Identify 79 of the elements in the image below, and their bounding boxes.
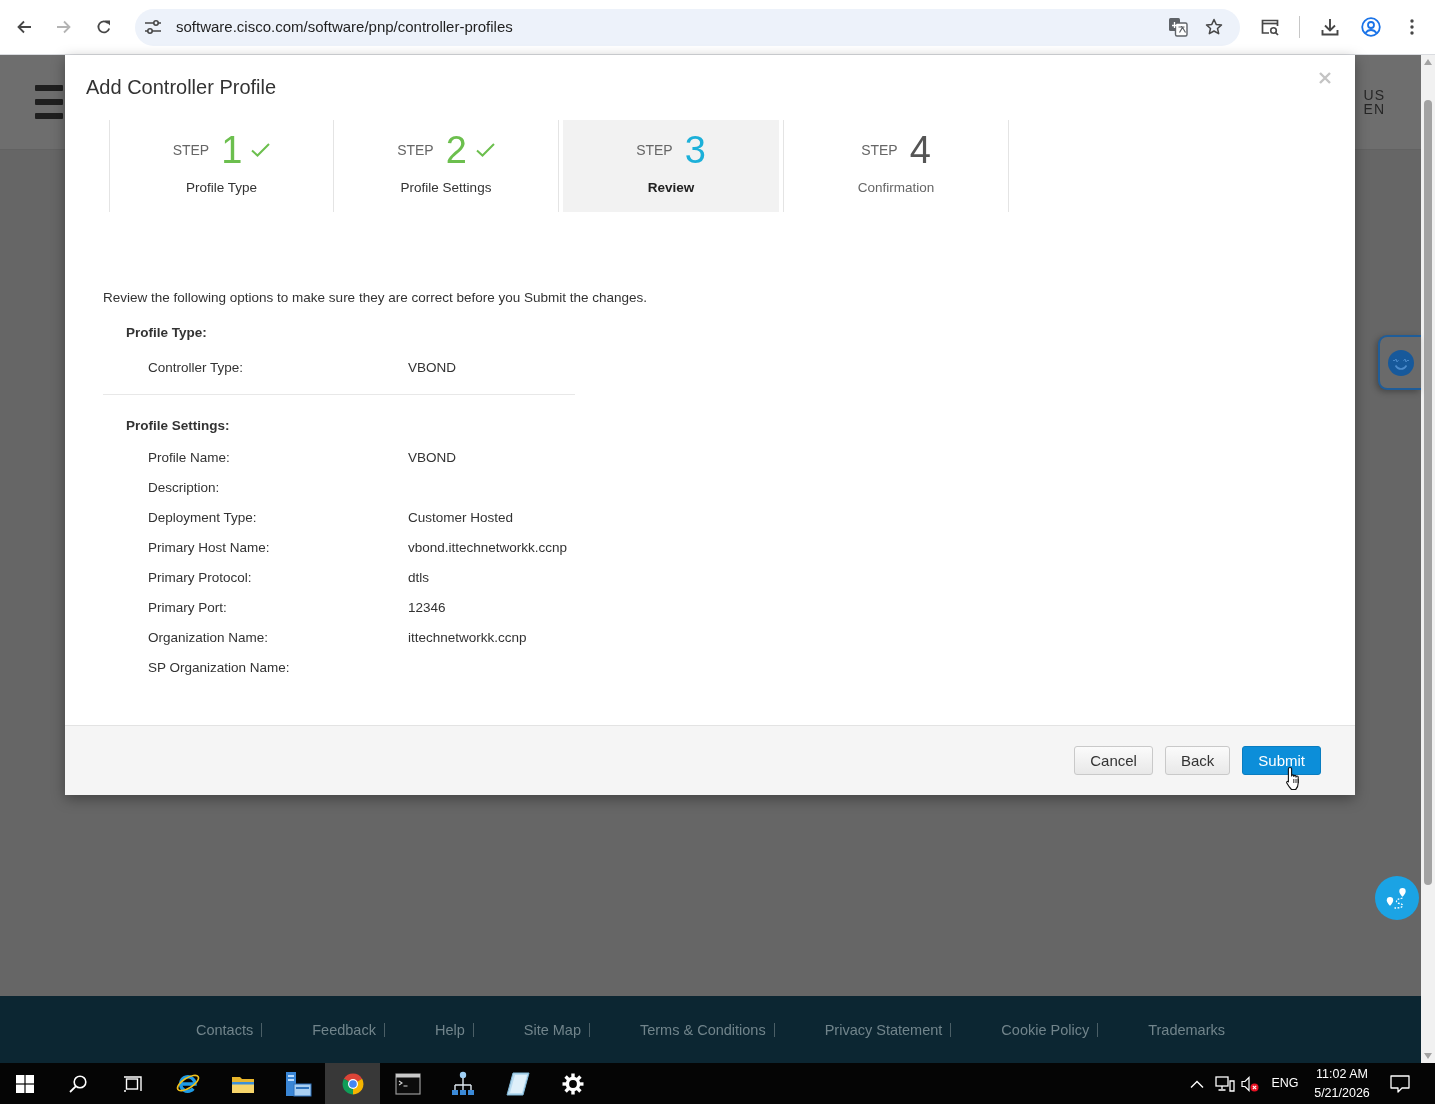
field-label: Controller Type: (148, 360, 244, 375)
footer-link[interactable]: Site Map (523, 1020, 581, 1039)
footer-link[interactable]: Cookie Policy (1001, 1020, 1090, 1039)
smiley-icon (1387, 349, 1414, 376)
dialog-title: Add Controller Profile (86, 75, 277, 99)
field-label: Deployment Type: (148, 510, 257, 525)
field-label: Description: (148, 480, 220, 495)
scrollbar-thumb[interactable] (1424, 100, 1432, 885)
field-label: Primary Port: (148, 600, 227, 615)
star-icon[interactable] (1205, 18, 1223, 36)
caret-up-icon[interactable] (1190, 1079, 1204, 1088)
field-value: Customer Hosted (408, 509, 514, 527)
gear-icon (561, 1072, 584, 1095)
field-value: VBOND (408, 449, 456, 467)
taskbar-app-button[interactable] (325, 1063, 380, 1104)
muted-speaker-icon[interactable] (1241, 1075, 1259, 1092)
hand-cursor-icon (1285, 766, 1301, 791)
tablet-icon (505, 1071, 530, 1096)
submit-button[interactable]: Submit (1242, 746, 1321, 775)
field-value: vbond.ittechnetworkk.ccnp (408, 539, 568, 557)
step-name: Profile Type (185, 179, 257, 197)
four-panes-logo-icon[interactable] (16, 1074, 34, 1093)
step-label: STEP (861, 142, 898, 158)
intro-text: Review the following options to make sure they are correct before you Submit the changes. (103, 289, 648, 307)
step-label: STEP (172, 142, 210, 158)
step-number: 1 (221, 130, 243, 170)
step-label: STEP (397, 142, 434, 158)
locale-text[interactable]: EN (1363, 102, 1385, 116)
address-bar[interactable]: software.cisco.com/software/pnp/controller-profiles (135, 8, 1240, 46)
notification-icon[interactable] (1390, 1074, 1410, 1093)
secondary-button[interactable]: Back (1164, 746, 1231, 775)
user-circle-icon[interactable] (1361, 17, 1381, 37)
menu-icon[interactable] (1410, 19, 1414, 35)
field-value: VBOND (408, 359, 456, 377)
search-icon[interactable] (68, 1074, 87, 1093)
stacked-windows-icon[interactable] (122, 1074, 143, 1093)
section-heading: Profile Type: (126, 324, 207, 342)
translate-icon[interactable] (1168, 17, 1188, 37)
step-number: 4 (909, 130, 931, 170)
field-value: 12346 (408, 599, 446, 617)
step-number: 3 (684, 130, 706, 170)
reload-icon[interactable] (96, 19, 112, 35)
check-icon (475, 143, 495, 157)
locale-text[interactable]: US (1363, 88, 1385, 102)
footer-link[interactable]: Trademarks (1148, 1020, 1225, 1039)
field-value: dtls (408, 569, 429, 587)
network-icon (450, 1070, 475, 1097)
clock-time[interactable]: 11:02 AM (1316, 1064, 1368, 1084)
url-text: software.cisco.com/software/pnp/controller-profiles (176, 16, 513, 37)
window-search-icon[interactable] (1260, 17, 1280, 37)
step-name: Profile Settings (400, 179, 492, 197)
hamburger-menu-icon[interactable] (35, 85, 63, 119)
step-name: Review (647, 179, 695, 197)
field-label: Primary Protocol: (148, 570, 252, 585)
route-icon (1385, 887, 1409, 909)
download-icon[interactable] (1320, 17, 1340, 37)
section-heading: Profile Settings: (126, 417, 230, 435)
language-indicator[interactable]: ENG (1262, 1074, 1308, 1093)
footer-link[interactable]: Privacy Statement (824, 1020, 943, 1039)
monitor-icon[interactable] (1215, 1075, 1235, 1092)
secondary-button[interactable]: Cancel (1074, 746, 1153, 775)
sliders-icon[interactable] (144, 18, 162, 36)
field-value: ittechnetworkk.ccnp (408, 629, 527, 647)
step-label: STEP (636, 142, 673, 158)
terminal-icon (394, 1072, 421, 1095)
field-label: Primary Host Name: (148, 540, 270, 555)
back-arrow-icon[interactable] (16, 19, 32, 35)
check-icon (251, 143, 271, 157)
field-label: Organization Name: (148, 630, 269, 645)
footer-link[interactable]: Contacts (196, 1020, 254, 1039)
footer-link[interactable]: Feedback (312, 1020, 376, 1039)
step-name: Confirmation (857, 179, 935, 197)
field-label: Profile Name: (148, 450, 230, 465)
clock-date[interactable]: 5/21/2026 (1314, 1083, 1370, 1103)
footer-link[interactable]: Help (434, 1020, 465, 1039)
field-label: SP Organization Name: (148, 660, 290, 675)
server-icon (283, 1070, 312, 1097)
step-number: 2 (445, 130, 467, 170)
footer-link[interactable]: Terms & Conditions (639, 1020, 766, 1039)
